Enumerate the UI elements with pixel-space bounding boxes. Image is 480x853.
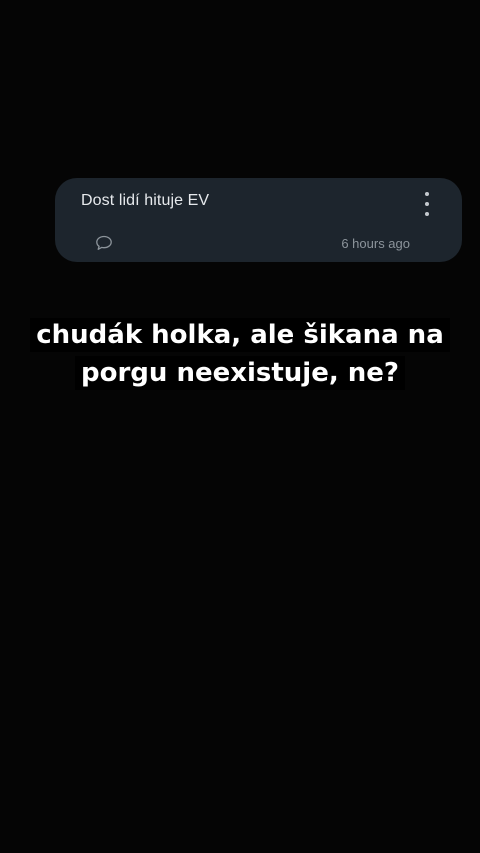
screen: Dost lidí hituje EV 6 hours ago chudák h… — [0, 0, 480, 853]
menu-dot — [425, 192, 429, 196]
comment-timestamp: 6 hours ago — [341, 236, 410, 251]
caption-line-1: chudák holka, ale šikana na — [0, 316, 480, 354]
comment-card: Dost lidí hituje EV 6 hours ago — [55, 178, 462, 262]
caption-line-2-text: porgu neexistuje, ne? — [74, 356, 406, 390]
caption-line-1-text: chudák holka, ale šikana na — [30, 318, 450, 352]
menu-dot — [425, 212, 429, 216]
more-vertical-icon[interactable] — [420, 192, 434, 216]
speech-bubble-glyph — [96, 235, 112, 250]
speech-bubble-icon[interactable] — [95, 235, 113, 251]
caption-line-2: porgu neexistuje, ne? — [0, 354, 480, 392]
comment-text: Dost lidí hituje EV — [81, 192, 210, 209]
caption-text: chudák holka, ale šikana na porgu neexis… — [0, 316, 480, 392]
menu-dot — [425, 202, 429, 206]
